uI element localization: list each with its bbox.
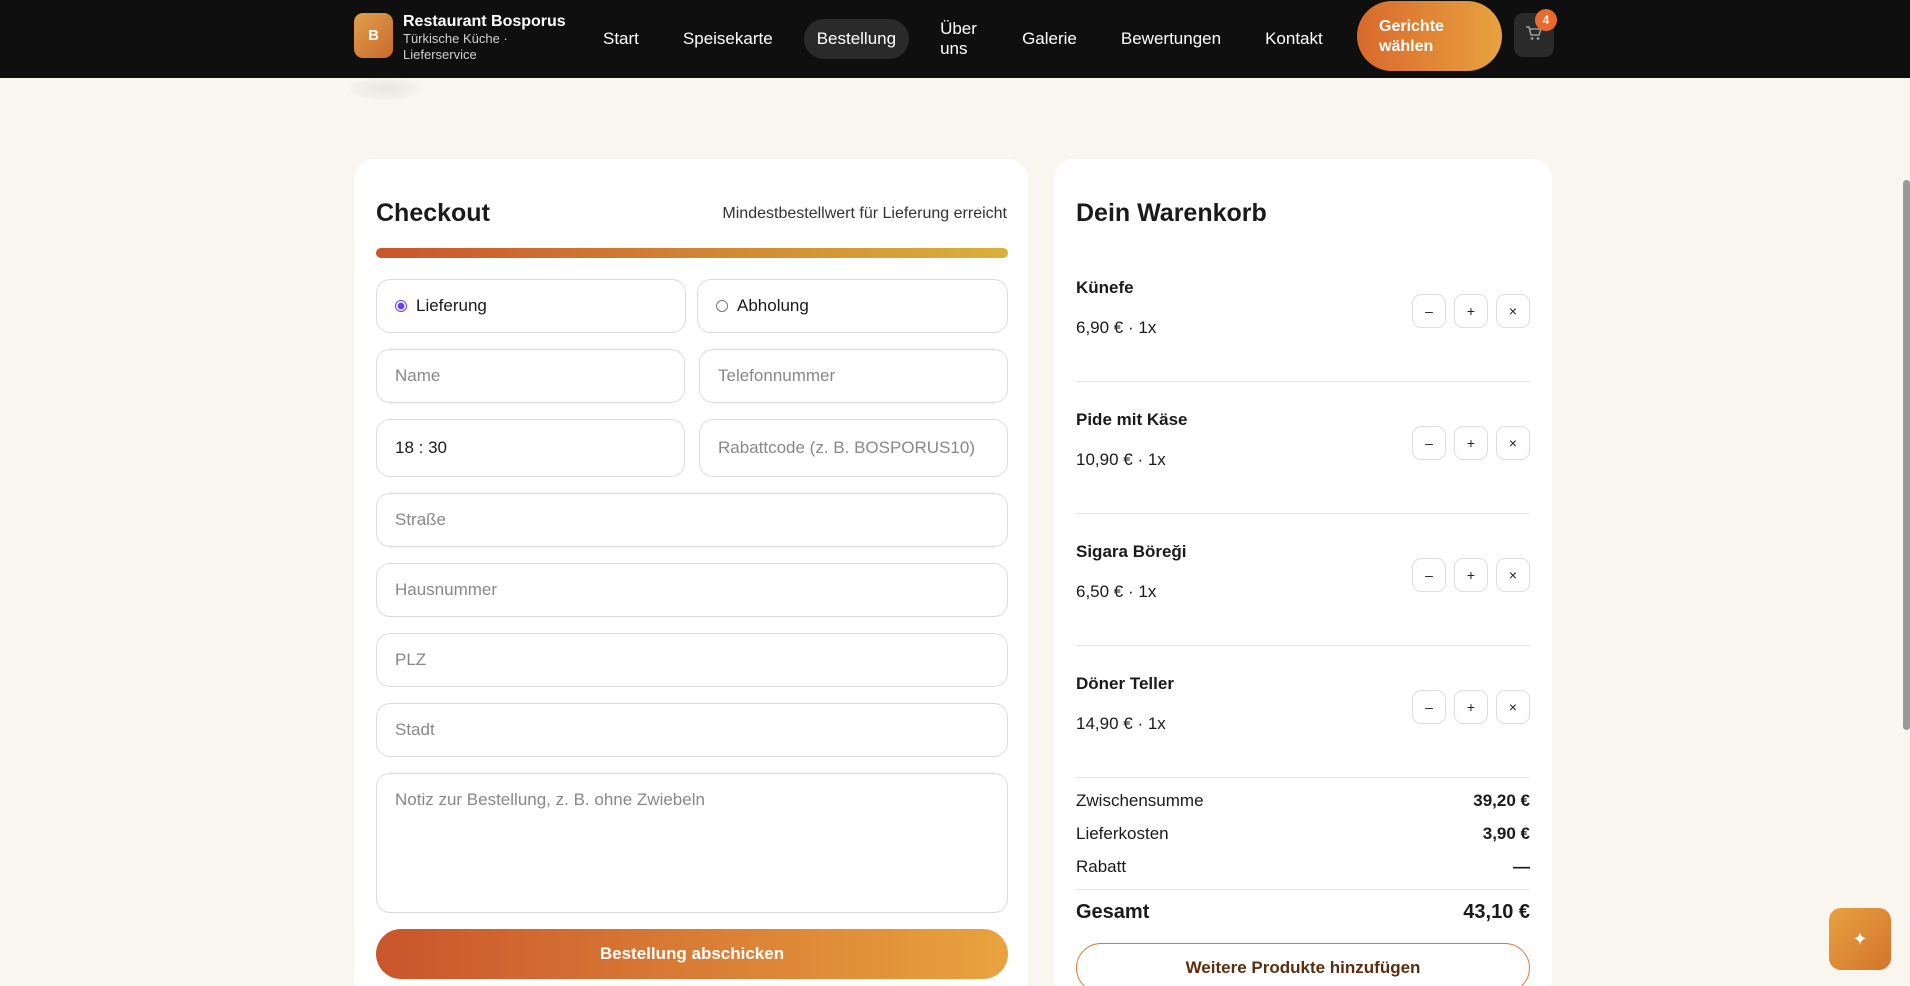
min-order-progress [376, 248, 1008, 258]
cart-item-name: Döner Teller [1076, 674, 1174, 693]
increase-button[interactable]: + [1454, 558, 1488, 592]
brand-subtitle: Türkische Küche · Lieferservice [403, 31, 508, 62]
cart-item: Künefe 6,90 € · 1x – + × [1076, 250, 1530, 382]
cart-item-price: 14,90 € · 1x [1076, 714, 1166, 733]
submit-order-button[interactable]: Bestellung abschicken [376, 929, 1008, 979]
cart-item-price: 6,90 € · 1x [1076, 318, 1157, 337]
cart-item: Sigara Böreği 6,50 € · 1x – + × [1076, 514, 1530, 646]
name-field[interactable]: Name [376, 349, 685, 403]
nav-item-bewertungen[interactable]: Bewertungen [1108, 19, 1234, 59]
street-field[interactable]: Straße [376, 493, 1008, 547]
delivery-option-lieferung[interactable]: Lieferung [376, 279, 686, 333]
delivery-fee-label: Lieferkosten [1076, 824, 1169, 843]
subtotal-label: Zwischensumme [1076, 791, 1204, 810]
discount-row: Rabatt — [1076, 857, 1530, 877]
progress-fill [376, 248, 1008, 258]
nav-item-kontakt[interactable]: Kontakt [1252, 19, 1336, 59]
house-number-field[interactable]: Hausnummer [376, 563, 1008, 617]
nav-item-start[interactable]: Start [590, 19, 652, 59]
order-note-textarea[interactable]: Notiz zur Bestellung, z. B. ohne Zwiebel… [376, 773, 1008, 913]
increase-button[interactable]: + [1454, 294, 1488, 328]
delivery-fee-value: 3,90 € [1482, 824, 1530, 843]
decrease-button[interactable]: – [1412, 294, 1446, 328]
total-row: Gesamt 43,10 € [1076, 901, 1530, 924]
brand[interactable]: B Restaurant Bosporus Türkische Küche · … [354, 13, 566, 63]
page-scrollbar[interactable] [1903, 180, 1910, 730]
quantity-controls: – + × [1404, 558, 1530, 592]
total-label: Gesamt [1076, 901, 1150, 923]
decrease-button[interactable]: – [1412, 558, 1446, 592]
checkout-card: Checkout Mindestbestellwert für Lieferun… [354, 159, 1028, 986]
phone-field[interactable]: Telefonnummer [699, 349, 1008, 403]
main-nav: Start Speisekarte Bestellung Über uns Ga… [590, 0, 1354, 78]
nav-item-bestellung[interactable]: Bestellung [803, 19, 910, 59]
cart-title: Dein Warenkorb [1076, 199, 1267, 227]
zip-field[interactable]: PLZ [376, 633, 1008, 687]
min-order-note: Mindestbestellwert für Lieferung erreich… [722, 205, 1007, 222]
discount-label: Rabatt [1076, 857, 1127, 876]
cart-count-badge: 4 [1535, 9, 1557, 31]
nav-item-galerie[interactable]: Galerie [1009, 19, 1090, 59]
nav-item-ueber-uns[interactable]: Über uns [927, 9, 991, 69]
checkout-title: Checkout [376, 199, 490, 227]
cart-item: Döner Teller 14,90 € · 1x – + × [1076, 646, 1530, 778]
subtotal-value: 39,20 € [1473, 791, 1530, 810]
sparkle-icon: ✦ [1852, 928, 1868, 949]
increase-button[interactable]: + [1454, 426, 1488, 460]
radio-selected-icon [395, 300, 407, 312]
floating-action-button[interactable]: ✦ [1829, 908, 1891, 970]
total-value: 43,10 € [1463, 901, 1530, 923]
delivery-fee-row: Lieferkosten 3,90 € [1076, 824, 1530, 844]
cart-item-name: Sigara Böreği [1076, 542, 1187, 561]
choose-dishes-button[interactable]: Gerichte wählen [1357, 1, 1502, 71]
coupon-field[interactable]: Rabattcode (z. B. BOSPORUS10) [699, 419, 1008, 477]
cart-item-price: 6,50 € · 1x [1076, 582, 1157, 601]
remove-button[interactable]: × [1496, 294, 1530, 328]
time-field[interactable]: 18 : 30 [376, 419, 685, 477]
cart-item-price: 10,90 € · 1x [1076, 450, 1166, 469]
total-divider [1076, 889, 1530, 890]
cart-item-name: Pide mit Käse [1076, 410, 1188, 429]
cart-card: Dein Warenkorb Künefe 6,90 € · 1x – + × … [1054, 159, 1552, 986]
radio-unselected-icon [716, 300, 728, 312]
brand-name: Restaurant Bosporus [403, 13, 566, 30]
discount-value: — [1513, 857, 1530, 876]
nav-item-speisekarte[interactable]: Speisekarte [670, 19, 786, 59]
delivery-option-abholung[interactable]: Abholung [697, 279, 1008, 333]
decrease-button[interactable]: – [1412, 426, 1446, 460]
quantity-controls: – + × [1404, 690, 1530, 724]
remove-button[interactable]: × [1496, 558, 1530, 592]
delivery-option-label: Lieferung [416, 296, 487, 315]
subtotal-row: Zwischensumme 39,20 € [1076, 791, 1530, 811]
quantity-controls: – + × [1404, 426, 1530, 460]
cart-item: Pide mit Käse 10,90 € · 1x – + × [1076, 382, 1530, 514]
decrease-button[interactable]: – [1412, 690, 1446, 724]
delivery-option-label: Abholung [737, 296, 809, 315]
brand-text: Restaurant Bosporus Türkische Küche · Li… [403, 13, 566, 63]
quantity-controls: – + × [1404, 294, 1530, 328]
cart-item-name: Künefe [1076, 278, 1134, 297]
increase-button[interactable]: + [1454, 690, 1488, 724]
add-more-products-button[interactable]: Weitere Produkte hinzufügen [1076, 943, 1530, 986]
city-field[interactable]: Stadt [376, 703, 1008, 757]
remove-button[interactable]: × [1496, 426, 1530, 460]
remove-button[interactable]: × [1496, 690, 1530, 724]
logo: B [354, 13, 393, 58]
top-navigation-bar: B Restaurant Bosporus Türkische Küche · … [0, 0, 1910, 78]
decorative-shadow [350, 78, 420, 100]
